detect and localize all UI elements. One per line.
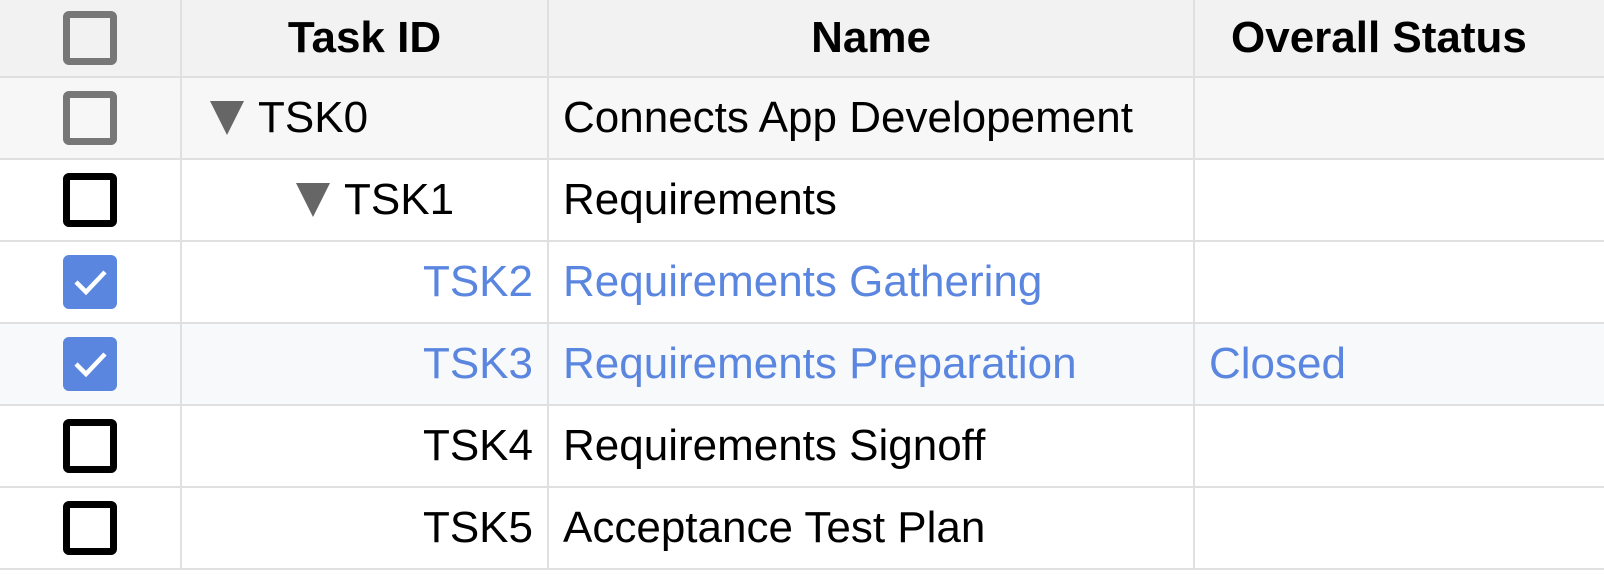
checkmark-icon bbox=[74, 270, 107, 296]
row-checkbox[interactable] bbox=[63, 337, 117, 391]
checkmark-icon bbox=[74, 352, 107, 378]
overall-status bbox=[1195, 242, 1604, 322]
task-name: Requirements Preparation bbox=[549, 324, 1195, 404]
table-row[interactable]: TSK3 Requirements Preparation Closed bbox=[0, 324, 1604, 406]
task-id: TSK0 bbox=[258, 93, 369, 142]
task-name: Requirements bbox=[549, 160, 1195, 240]
overall-status: Closed bbox=[1209, 339, 1346, 388]
task-id-cell: TSK1 bbox=[182, 160, 549, 240]
expand-collapse-icon[interactable] bbox=[210, 101, 244, 135]
task-id: TSK2 bbox=[182, 242, 549, 322]
select-all-checkbox[interactable] bbox=[63, 11, 117, 65]
overall-status bbox=[1195, 488, 1604, 568]
overall-status bbox=[1195, 406, 1604, 486]
header-row: Task ID Name Overall Status bbox=[0, 0, 1604, 78]
column-header-name[interactable]: Name bbox=[549, 0, 1195, 76]
row-checkbox[interactable] bbox=[63, 501, 117, 555]
header-select-cell bbox=[0, 0, 182, 76]
task-name: Acceptance Test Plan bbox=[549, 488, 1195, 568]
tree-grid: Task ID Name Overall Status TSK0 Connect… bbox=[0, 0, 1604, 570]
table-row[interactable]: TSK2 Requirements Gathering bbox=[0, 242, 1604, 324]
table-row[interactable]: TSK4 Requirements Signoff bbox=[0, 406, 1604, 488]
task-name: Requirements Gathering bbox=[549, 242, 1195, 322]
task-name: Requirements Signoff bbox=[549, 406, 1195, 486]
table-row[interactable]: TSK1 Requirements bbox=[0, 160, 1604, 242]
table-row[interactable]: TSK5 Acceptance Test Plan bbox=[0, 488, 1604, 570]
task-id: TSK5 bbox=[182, 488, 549, 568]
task-id: TSK3 bbox=[182, 324, 549, 404]
table-row[interactable]: TSK0 Connects App Developement bbox=[0, 78, 1604, 160]
overall-status bbox=[1195, 160, 1604, 240]
row-checkbox[interactable] bbox=[63, 255, 117, 309]
column-header-overall-status[interactable]: Overall Status bbox=[1195, 0, 1604, 76]
row-checkbox[interactable] bbox=[63, 419, 117, 473]
task-name: Connects App Developement bbox=[549, 78, 1195, 158]
task-id-cell: TSK0 bbox=[182, 78, 549, 158]
expand-collapse-icon[interactable] bbox=[296, 183, 330, 217]
task-id: TSK1 bbox=[344, 175, 455, 224]
row-checkbox[interactable] bbox=[63, 91, 117, 145]
column-header-task-id[interactable]: Task ID bbox=[182, 0, 549, 76]
task-id: TSK4 bbox=[182, 406, 549, 486]
overall-status bbox=[1195, 78, 1604, 158]
row-checkbox[interactable] bbox=[63, 173, 117, 227]
